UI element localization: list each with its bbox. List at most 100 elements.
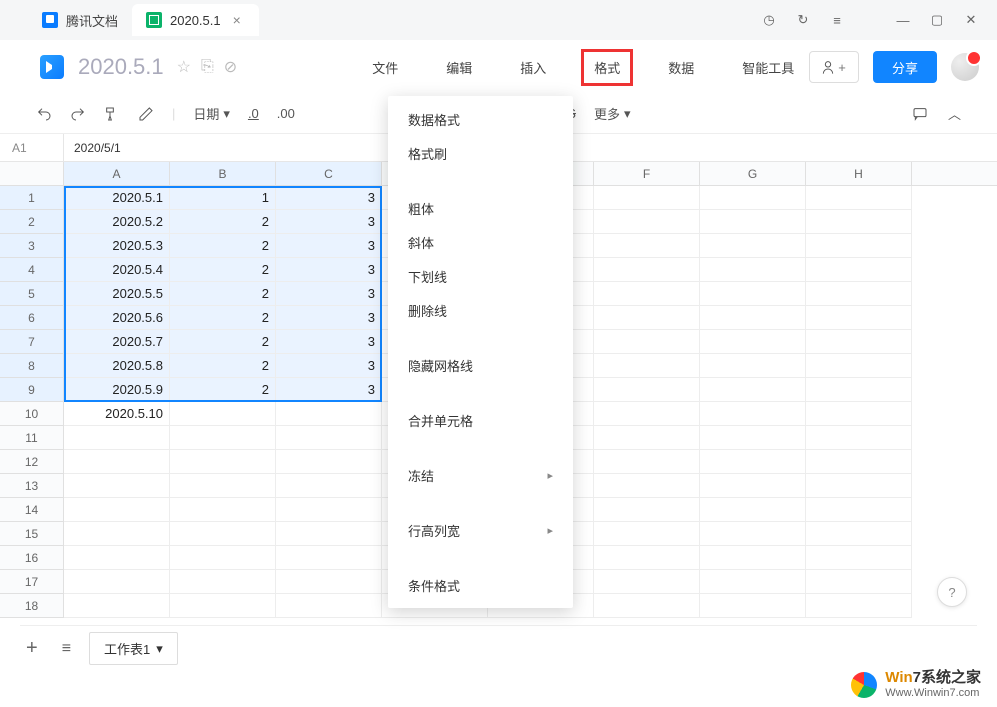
cell[interactable]: 2020.5.8	[64, 354, 170, 378]
cell[interactable]	[700, 450, 806, 474]
cell[interactable]	[594, 570, 700, 594]
cell[interactable]: 3	[276, 210, 382, 234]
cell[interactable]	[700, 306, 806, 330]
cell[interactable]: 2	[170, 354, 276, 378]
share-button[interactable]: 分享	[873, 51, 937, 83]
cell[interactable]	[806, 306, 912, 330]
menu-item-format-brush[interactable]: 格式刷	[388, 136, 573, 170]
folder-icon[interactable]: ⎘	[201, 58, 214, 76]
cell[interactable]	[700, 234, 806, 258]
tab-current-doc[interactable]: 2020.5.1 ×	[132, 4, 259, 36]
cell[interactable]	[700, 330, 806, 354]
cell[interactable]: 2	[170, 282, 276, 306]
row-header[interactable]: 15	[0, 522, 64, 546]
menu-tools[interactable]: 智能工具	[732, 52, 804, 83]
row-header[interactable]: 6	[0, 306, 64, 330]
menu-item-data-format[interactable]: 数据格式	[388, 102, 573, 136]
tab-tencent-docs[interactable]: 腾讯文档	[28, 4, 132, 36]
cell[interactable]	[276, 450, 382, 474]
menu-item-row-col-size[interactable]: 行高列宽	[388, 513, 573, 547]
row-header[interactable]: 8	[0, 354, 64, 378]
cell[interactable]	[594, 474, 700, 498]
cell[interactable]: 2020.5.7	[64, 330, 170, 354]
cell[interactable]	[700, 498, 806, 522]
add-sheet-button[interactable]: +	[20, 637, 44, 660]
menu-file[interactable]: 文件	[362, 52, 408, 83]
cell[interactable]	[170, 450, 276, 474]
cell[interactable]: 2	[170, 306, 276, 330]
cell[interactable]	[170, 594, 276, 618]
cell[interactable]	[64, 450, 170, 474]
cell[interactable]	[700, 570, 806, 594]
cell[interactable]	[594, 186, 700, 210]
cell[interactable]	[64, 522, 170, 546]
star-icon[interactable]: ☆	[177, 57, 191, 77]
cell[interactable]: 3	[276, 306, 382, 330]
row-header[interactable]: 5	[0, 282, 64, 306]
check-icon[interactable]: ⊘	[224, 57, 237, 77]
cell[interactable]	[806, 594, 912, 618]
cell[interactable]	[806, 450, 912, 474]
cell[interactable]	[806, 402, 912, 426]
history-icon[interactable]: ◷	[761, 12, 777, 28]
cell[interactable]	[276, 594, 382, 618]
cell[interactable]	[700, 522, 806, 546]
number-format-dropdown[interactable]: 日期 ▾	[193, 104, 230, 123]
menu-data[interactable]: 数据	[658, 52, 704, 83]
select-all-corner[interactable]	[0, 162, 64, 185]
row-header[interactable]: 2	[0, 210, 64, 234]
cell[interactable]	[170, 522, 276, 546]
help-button[interactable]: ?	[937, 577, 967, 607]
cell[interactable]	[170, 426, 276, 450]
cell[interactable]: 2020.5.9	[64, 378, 170, 402]
cell[interactable]	[700, 378, 806, 402]
cell[interactable]	[594, 450, 700, 474]
cell[interactable]	[276, 522, 382, 546]
close-window-icon[interactable]: ✕	[963, 12, 979, 28]
cell[interactable]: 2020.5.2	[64, 210, 170, 234]
cell[interactable]	[700, 546, 806, 570]
row-header[interactable]: 7	[0, 330, 64, 354]
cell[interactable]	[64, 498, 170, 522]
more-formatting-dropdown[interactable]: 更多 ▾	[594, 104, 631, 123]
add-collaborator-button[interactable]: +	[809, 51, 859, 83]
row-header[interactable]: 3	[0, 234, 64, 258]
col-header-G[interactable]: G	[700, 162, 806, 185]
cell[interactable]	[700, 594, 806, 618]
sheet-list-icon[interactable]: ≡	[56, 640, 77, 658]
cell[interactable]	[806, 378, 912, 402]
redo-button[interactable]	[70, 106, 86, 122]
cell[interactable]	[806, 210, 912, 234]
cell[interactable]: 3	[276, 234, 382, 258]
cell[interactable]	[700, 186, 806, 210]
row-header[interactable]: 10	[0, 402, 64, 426]
cell[interactable]	[806, 546, 912, 570]
cell[interactable]	[594, 330, 700, 354]
cell[interactable]: 3	[276, 330, 382, 354]
cell[interactable]: 2	[170, 234, 276, 258]
cell[interactable]	[276, 402, 382, 426]
cell[interactable]	[276, 426, 382, 450]
cell[interactable]	[806, 186, 912, 210]
menu-item-strike[interactable]: 删除线	[388, 293, 573, 327]
cell[interactable]	[700, 402, 806, 426]
sheet-tab-1[interactable]: 工作表1 ▾	[89, 632, 178, 665]
cell[interactable]	[806, 498, 912, 522]
cell[interactable]	[806, 354, 912, 378]
undo-button[interactable]	[36, 106, 52, 122]
row-header[interactable]: 14	[0, 498, 64, 522]
cell[interactable]: 2020.5.10	[64, 402, 170, 426]
increase-decimal-button[interactable]: .00	[277, 106, 295, 121]
cell[interactable]: 3	[276, 378, 382, 402]
row-header[interactable]: 18	[0, 594, 64, 618]
col-header-A[interactable]: A	[64, 162, 170, 185]
cell[interactable]	[700, 354, 806, 378]
menu-insert[interactable]: 插入	[510, 52, 556, 83]
cell[interactable]: 2020.5.1	[64, 186, 170, 210]
cell[interactable]	[806, 426, 912, 450]
row-header[interactable]: 9	[0, 378, 64, 402]
cell[interactable]	[170, 498, 276, 522]
cell[interactable]	[806, 282, 912, 306]
menu-item-hide-gridlines[interactable]: 隐藏网格线	[388, 348, 573, 382]
close-icon[interactable]: ×	[229, 12, 245, 28]
